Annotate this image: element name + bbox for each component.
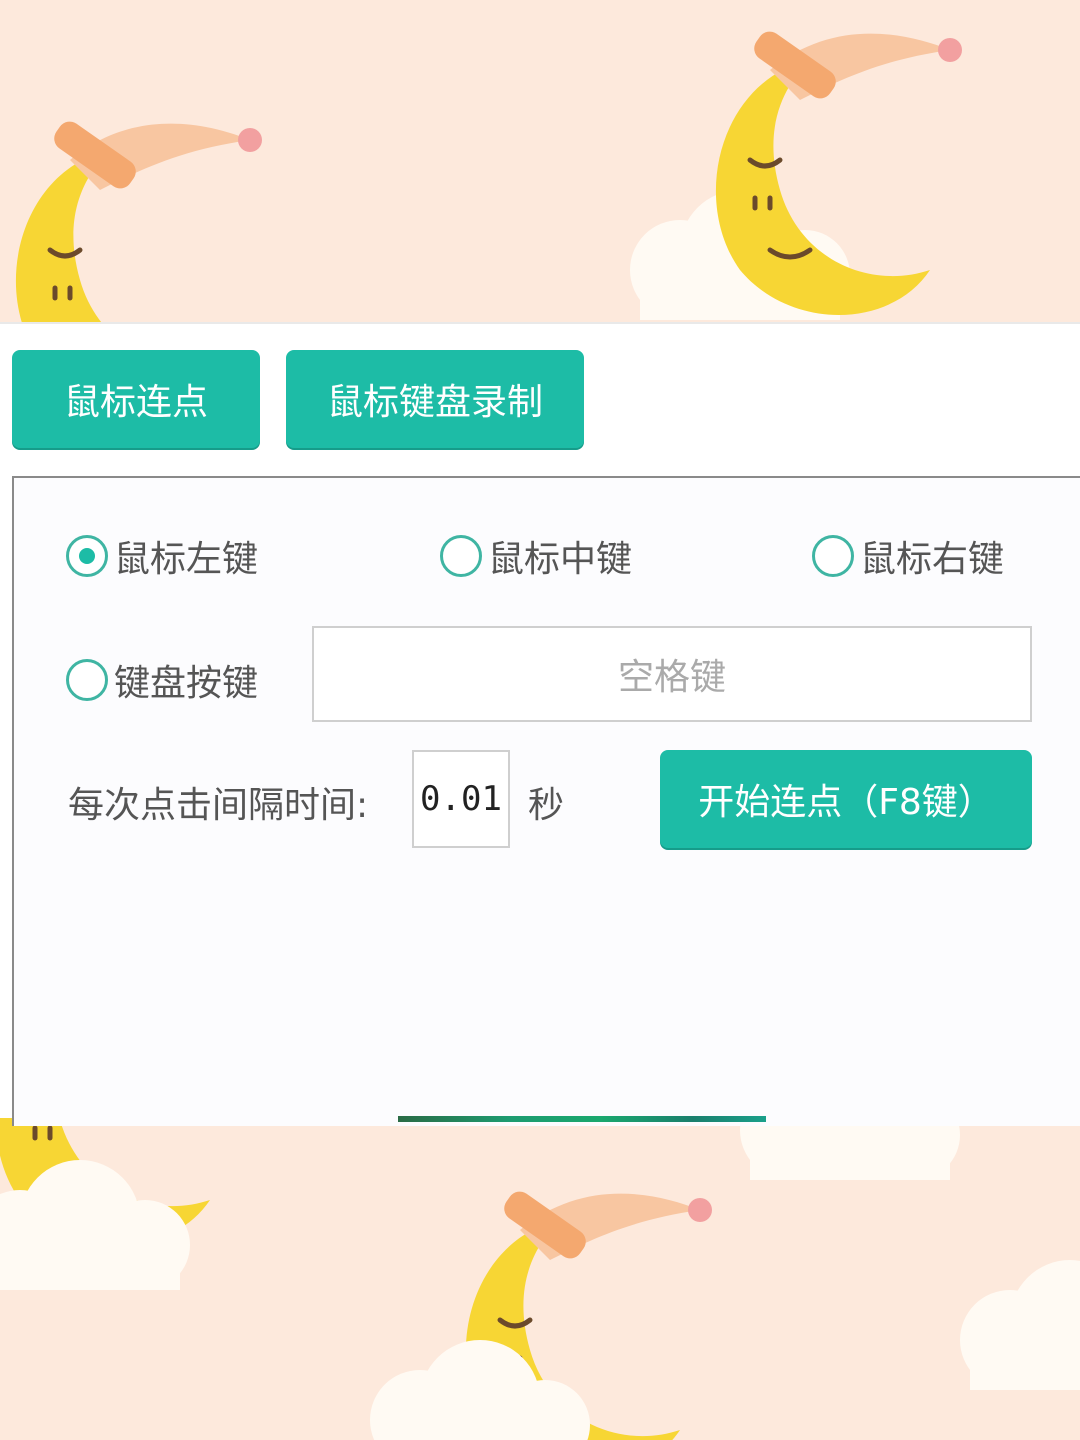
radio-indicator-checked[interactable] [66,535,108,577]
radio-label: 鼠标中键 [488,539,633,580]
radio-keyboard-key[interactable]: 键盘按键 [66,654,258,706]
key-select-field[interactable]: 空格键 [312,626,1032,722]
tab-mouse-click[interactable]: 鼠标连点 [12,350,260,448]
radio-middle-button[interactable]: 鼠标中键 [440,530,632,582]
tab-mouse-keyboard-record[interactable]: 鼠标键盘录制 [286,350,584,448]
click-settings-group: 鼠标左键 鼠标中键 鼠标右键 键盘按键 空格键 每次点击间隔时间: 0.01 秒… [12,476,1080,1126]
interval-label: 每次点击间隔时间: [68,785,369,826]
radio-label: 鼠标右键 [860,539,1005,580]
interval-unit: 秒 [528,785,565,826]
radio-label: 鼠标左键 [114,539,259,580]
interval-input[interactable]: 0.01 [412,750,510,848]
taskbar-strip [398,1116,766,1122]
auto-clicker-window: 鼠标连点 鼠标键盘录制 鼠标左键 鼠标中键 鼠标右键 键盘按键 空格键 每次点击… [0,322,1080,1126]
radio-indicator[interactable] [812,535,854,577]
radio-indicator[interactable] [66,659,108,701]
radio-indicator[interactable] [440,535,482,577]
radio-right-button[interactable]: 鼠标右键 [812,530,1004,582]
start-clicking-button[interactable]: 开始连点（F8键） [660,750,1032,848]
radio-label: 键盘按键 [114,663,259,704]
radio-left-button[interactable]: 鼠标左键 [66,530,258,582]
